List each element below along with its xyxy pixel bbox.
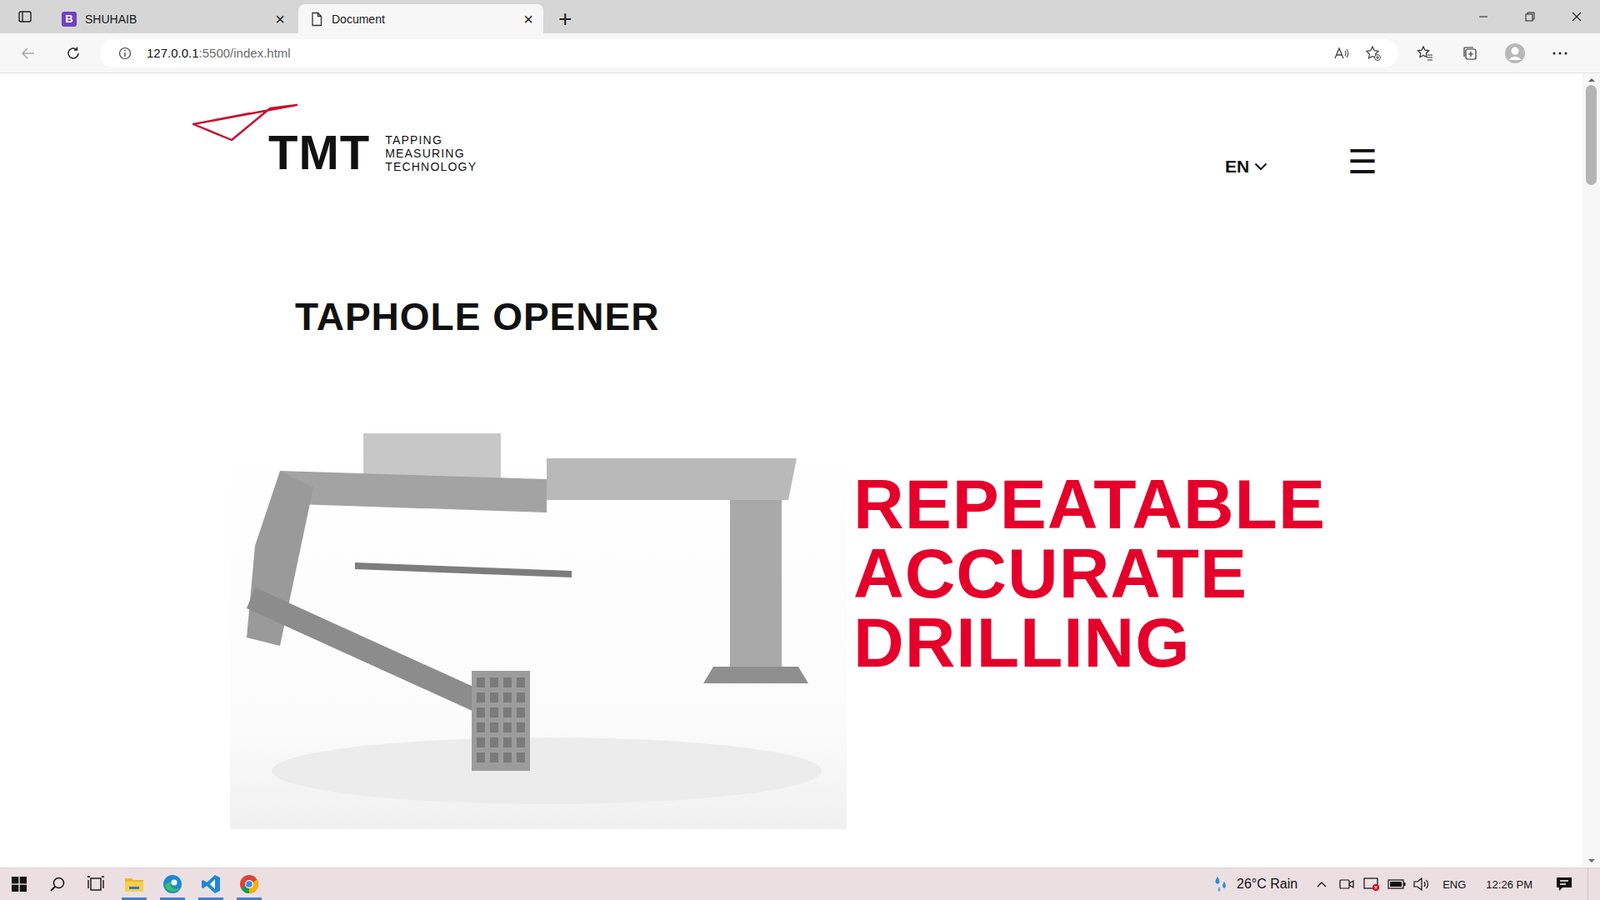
read-aloud-icon[interactable] [1333,45,1350,61]
rain-icon [1211,875,1230,894]
notification-icon [1555,876,1573,892]
profile-button[interactable] [1496,38,1534,69]
favorites-icon [1416,45,1434,62]
minimize-icon [1478,11,1489,22]
restore-icon [1525,11,1535,22]
chrome-icon [239,874,260,895]
tagline-line: MEASURING [385,146,477,160]
edge-icon [162,874,183,895]
minimize-button[interactable] [1460,0,1507,34]
site-info-icon[interactable] [118,46,132,60]
speaker-icon [1413,877,1430,891]
taskbar-app[interactable] [115,868,154,900]
browser-tab[interactable]: Document × [298,4,544,34]
network-icon [1363,876,1380,892]
tab-close-button[interactable]: × [523,10,534,28]
vscode-icon [200,874,221,895]
task-view-button[interactable] [76,868,115,900]
search-button[interactable] [38,868,77,900]
tab-strip: B SHUHAIB × Document × + [0,0,1600,34]
favorites-button[interactable] [1406,38,1444,69]
tab-actions-icon [17,9,33,25]
header-actions: EN ☰ [1225,145,1378,179]
start-button[interactable] [0,868,39,900]
tab-favicon: B [61,11,77,27]
running-indicator [160,897,185,900]
page-viewport: TMT TAPPINGMEASURINGTECHNOLOGY EN ☰ TAPH… [0,73,1600,868]
menu-button[interactable]: ☰ [1347,145,1378,179]
tagline-line: TECHNOLOGY [385,160,477,174]
chevron-up-icon [1316,880,1327,888]
collections-button[interactable] [1451,38,1489,69]
close-icon [1571,11,1582,22]
tab-label: Document [331,12,515,26]
hero: REPEATABLEACCURATEDRILLING [0,420,1583,830]
tagline-line: TAPPING [385,133,477,147]
taskbar-app[interactable] [230,868,269,900]
slogan-line: DRILLING [853,608,1326,678]
logo-tagline: TAPPINGMEASURINGTECHNOLOGY [385,133,477,179]
scroll-up-icon[interactable] [1587,76,1596,84]
taskbar: 26°C Rain ENG 12:26 PM [0,867,1600,900]
scroll-down-icon[interactable] [1587,857,1596,865]
restore-button[interactable] [1506,0,1554,34]
meet-now-button[interactable] [1334,868,1360,900]
page-heading: TAPHOLE OPENER [0,295,1583,339]
task-view-icon [86,875,105,893]
running-indicator [198,897,224,900]
input-language[interactable]: ENG [1434,878,1475,891]
back-button[interactable] [10,38,47,69]
slogan-line: REPEATABLE [853,470,1326,540]
browser-toolbar: 127.0.0.1:5500/index.html [0,33,1600,74]
refresh-button[interactable] [55,38,92,69]
more-icon [1551,50,1569,56]
taskbar-app[interactable] [191,868,230,900]
file-explorer-icon [124,875,145,894]
logo[interactable]: TMT TAPPINGMEASURINGTECHNOLOGY [191,101,477,179]
logo-word: TMT [268,128,370,179]
back-arrow-icon [20,45,36,61]
battery-icon [1387,879,1406,890]
close-button[interactable] [1553,0,1600,34]
battery-button[interactable] [1384,868,1410,900]
collections-icon [1461,45,1479,62]
windows-icon [11,876,27,892]
tab-label: SHUHAIB [85,12,267,26]
search-icon [49,875,66,893]
screen: B SHUHAIB × Document × + 127.0.0.1:5500/… [0,0,1600,900]
scrollbar-thumb[interactable] [1585,85,1597,185]
slogan-line: ACCURATE [853,539,1326,609]
tab-close-button[interactable]: × [275,10,285,28]
language-label: EN [1225,156,1250,177]
meet-now-icon [1339,877,1355,891]
more-button[interactable] [1541,38,1579,69]
chevron-down-icon [1254,162,1268,171]
web-page: TMT TAPPINGMEASURINGTECHNOLOGY EN ☰ TAPH… [0,73,1583,868]
taskbar-app[interactable] [153,868,192,900]
slogan: REPEATABLEACCURATEDRILLING [853,470,1326,678]
product-photo [230,420,847,830]
tab-actions-button[interactable] [0,0,50,34]
scrollbar[interactable] [1582,73,1600,868]
site-header: TMT TAPPINGMEASURINGTECHNOLOGY EN ☰ [0,73,1583,179]
volume-button[interactable] [1409,868,1435,900]
show-hidden-icons-button[interactable] [1309,868,1335,900]
add-favorite-icon[interactable] [1365,45,1382,62]
browser-tab[interactable]: B SHUHAIB × [50,4,295,34]
network-button[interactable] [1359,868,1385,900]
weather-text: 26°C Rain [1236,876,1298,892]
refresh-icon [65,45,81,61]
language-selector[interactable]: EN [1225,156,1268,177]
show-desktop-button[interactable] [1587,868,1600,900]
document-icon [310,11,324,27]
address-bar[interactable]: 127.0.0.1:5500/index.html [100,39,1399,68]
running-indicator [121,897,147,900]
new-tab-button[interactable]: + [546,4,584,34]
profile-icon [1504,42,1526,65]
running-indicator [236,897,262,900]
url-text: 127.0.0.1:5500/index.html [146,45,291,60]
notifications-button[interactable] [1547,868,1581,900]
clock[interactable]: 12:26 PM [1474,878,1548,891]
weather-widget[interactable]: 26°C Rain [1206,875,1310,894]
